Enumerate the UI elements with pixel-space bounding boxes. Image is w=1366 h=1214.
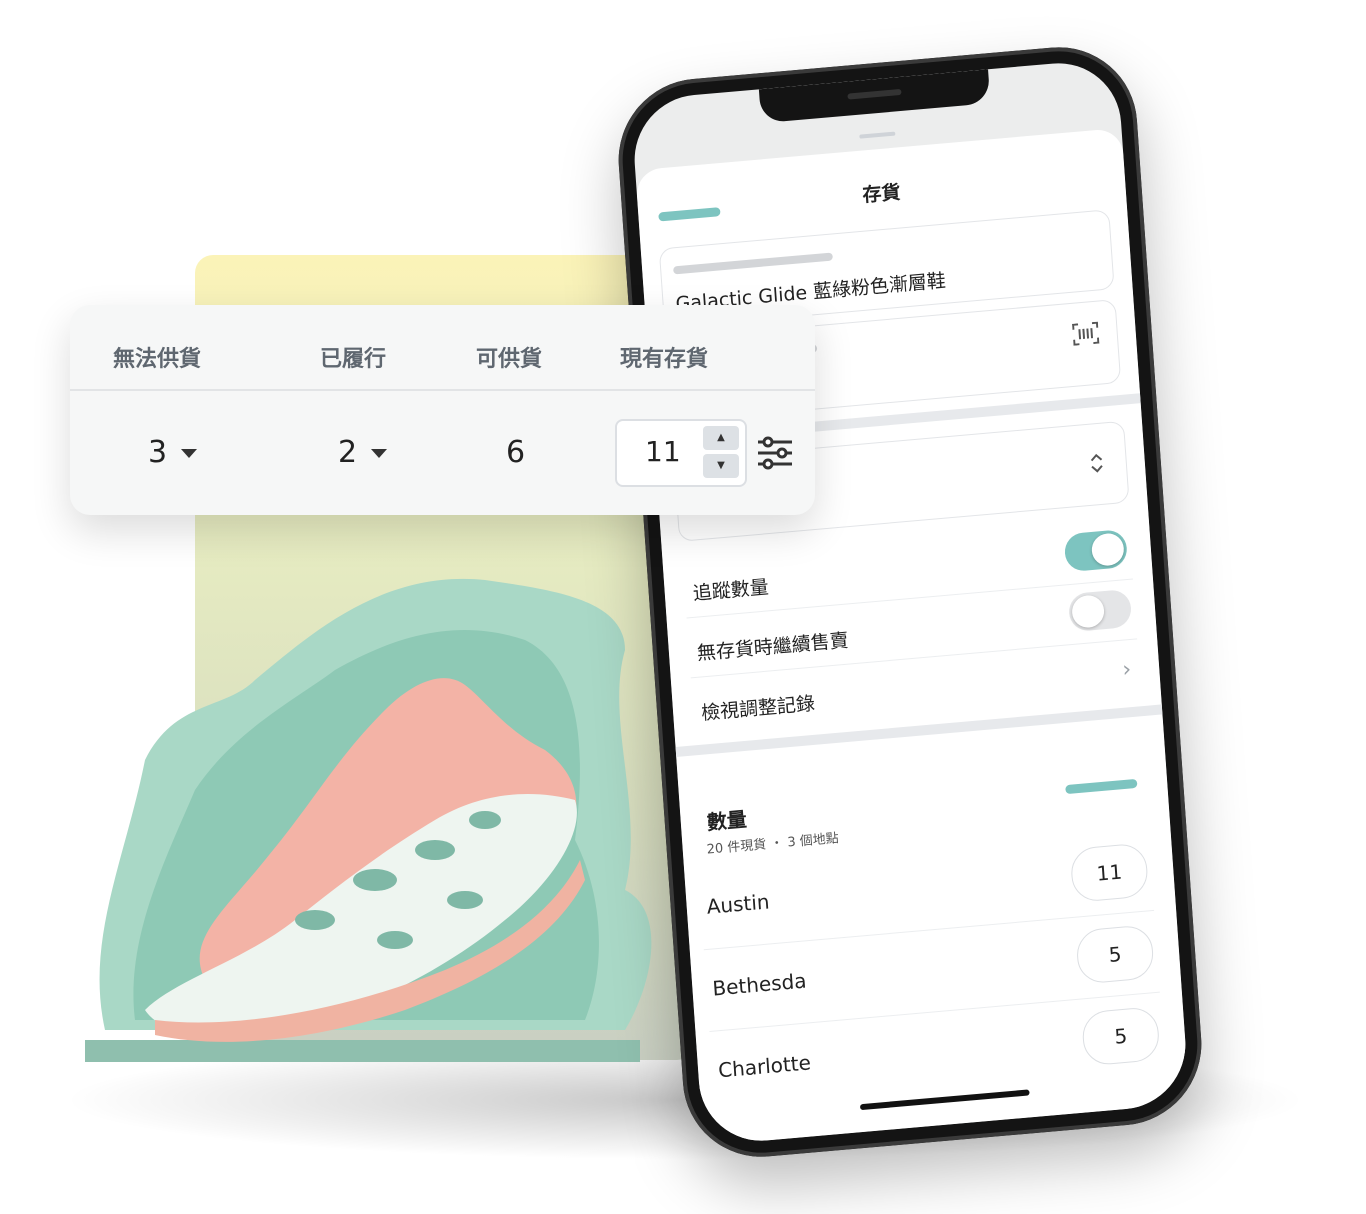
card-header: 無法供貨 已履行 可供貨 現有存貨 [70,305,815,391]
on-hand-input[interactable]: 11 ▲ ▼ [615,419,747,487]
sheet-grabber[interactable] [859,131,896,139]
quantity-title: 數量 [706,807,748,835]
track-quantity-toggle[interactable] [1063,528,1129,573]
caret-down-icon [371,449,388,458]
continue-selling-toggle[interactable] [1067,588,1133,633]
header-on-hand: 現有存貨 [620,347,709,372]
location-quantity[interactable]: 5 [1081,1005,1161,1067]
caret-down-icon [181,449,198,458]
location-quantity[interactable]: 5 [1075,924,1155,985]
location-quantity[interactable]: 11 [1069,842,1150,903]
available-value: 6 [506,435,526,470]
phone-screen: 存貨 Galactic Glide 藍綠粉色漸層鞋 追蹤數量 無存貨時繼續售賣 [630,58,1190,1146]
phone-notch [758,69,991,124]
adjust-sliders-icon[interactable] [756,435,794,471]
header-committed: 已履行 [320,347,387,372]
unavailable-dropdown[interactable]: 3 [148,435,198,470]
chevron-right-icon: › [1121,656,1133,683]
header-available: 可供貨 [476,347,543,372]
barcode-scan-icon[interactable] [1071,321,1100,346]
up-down-chevron-icon [1090,453,1103,473]
decrement-button[interactable]: ▼ [703,454,739,478]
header-unavailable: 無法供貨 [113,347,202,372]
phone-mockup: 存貨 Galactic Glide 藍綠粉色漸層鞋 追蹤數量 無存貨時繼續售賣 [613,40,1207,1164]
inventory-summary-card: 無法供貨 已履行 可供貨 現有存貨 3 2 6 11 ▲ ▼ [70,305,815,515]
inventory-sheet: 存貨 Galactic Glide 藍綠粉色漸層鞋 追蹤數量 無存貨時繼續售賣 [635,127,1190,1146]
sneaker-illustration [85,578,652,1062]
placeholder-accent-bar [1065,778,1138,795]
increment-button[interactable]: ▲ [703,426,739,450]
committed-dropdown[interactable]: 2 [338,435,388,470]
